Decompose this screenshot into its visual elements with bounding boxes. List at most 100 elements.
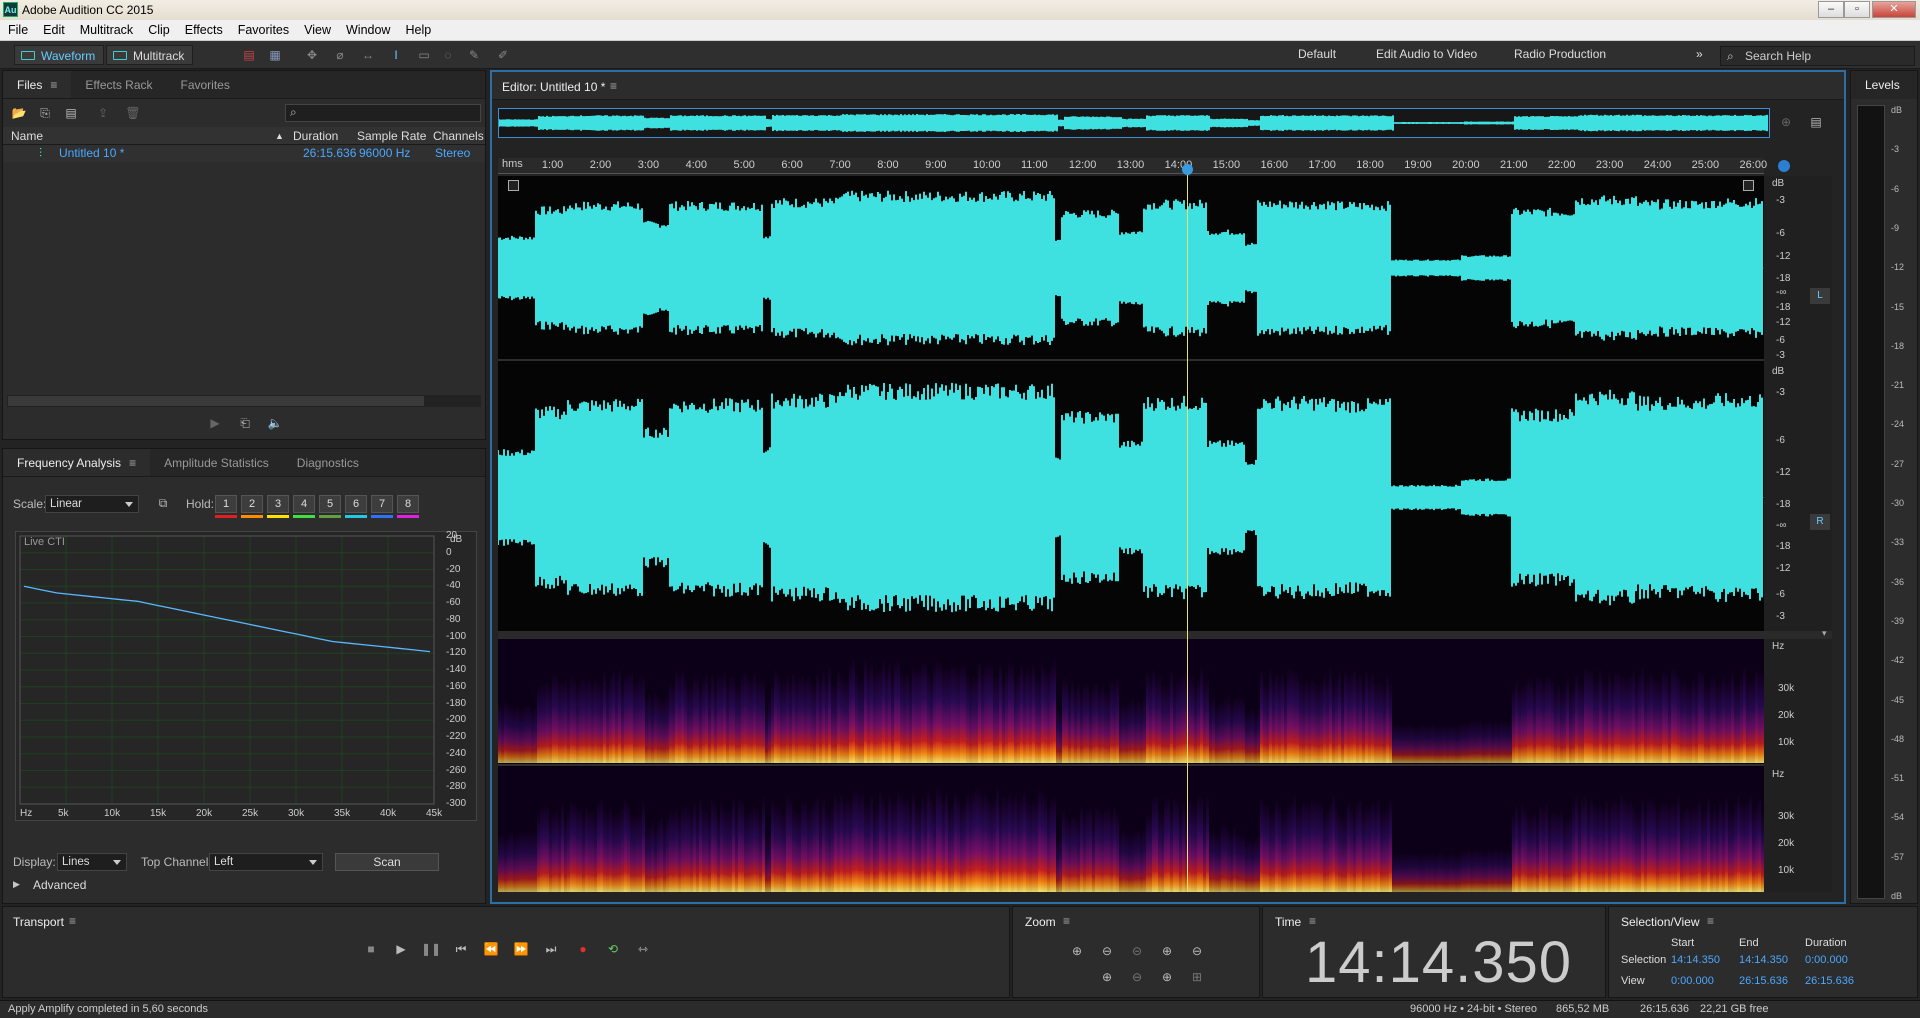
search-help-input[interactable]: ⌕ Search Help bbox=[1720, 46, 1915, 66]
spectral-divider[interactable]: ▾ bbox=[498, 628, 1832, 639]
hold-button-7[interactable]: 7 bbox=[371, 495, 393, 513]
files-search-input[interactable]: ⌕ bbox=[285, 104, 481, 122]
channel-l-button[interactable]: L bbox=[1810, 288, 1830, 304]
column-sample-rate[interactable]: Sample Rate bbox=[357, 127, 426, 145]
playhead-line[interactable] bbox=[1187, 172, 1188, 892]
panel-menu-icon[interactable]: ≡ bbox=[1063, 914, 1070, 928]
zoom-fit-icon[interactable]: ⊞ bbox=[1187, 967, 1207, 987]
razor-tool-icon[interactable]: ⌀ bbox=[333, 48, 347, 62]
copy-icon[interactable]: ⧉ bbox=[153, 493, 173, 513]
selection-start[interactable]: 14:14.350 bbox=[1671, 954, 1720, 966]
top-channel-dropdown[interactable]: Left bbox=[209, 853, 323, 871]
move-tool-icon[interactable]: ✥ bbox=[305, 48, 319, 62]
column-duration[interactable]: Duration bbox=[293, 127, 338, 145]
waveform-mode-button[interactable]: Waveform bbox=[14, 45, 105, 65]
menu-view[interactable]: View bbox=[296, 23, 338, 37]
time-display[interactable]: 14:14.350 bbox=[1305, 929, 1572, 996]
pause-icon[interactable]: ❚❚ bbox=[421, 939, 441, 959]
menu-favorites[interactable]: Favorites bbox=[230, 23, 296, 37]
selection-view-title[interactable]: Selection/View bbox=[1621, 915, 1700, 929]
advanced-toggle[interactable]: Advanced bbox=[33, 878, 86, 892]
menu-multitrack[interactable]: Multitrack bbox=[72, 23, 140, 37]
loop-icon[interactable] bbox=[1778, 160, 1790, 172]
toggle-spectral-display-icon[interactable]: ▤ bbox=[1806, 112, 1826, 132]
play-preview-icon[interactable]: ▶ bbox=[205, 413, 225, 433]
zoom-in-point-icon[interactable]: ⊕ bbox=[1097, 967, 1117, 987]
zoom-selection-icon[interactable]: ⊕ bbox=[1157, 967, 1177, 987]
time-title[interactable]: Time bbox=[1275, 915, 1301, 929]
panel-menu-icon[interactable]: ≡ bbox=[69, 914, 76, 928]
skip-to-start-icon[interactable]: ⏮ bbox=[451, 939, 471, 959]
hold-button-3[interactable]: 3 bbox=[267, 495, 289, 513]
spectral-pitch-icon[interactable]: ▦ bbox=[268, 48, 282, 62]
levels-title[interactable]: Levels bbox=[1851, 71, 1917, 99]
hold-button-2[interactable]: 2 bbox=[241, 495, 263, 513]
stop-icon[interactable]: ■ bbox=[361, 939, 381, 959]
zoom-to-selection-icon[interactable]: ⊕ bbox=[1776, 112, 1796, 132]
new-file-icon[interactable]: ▤ bbox=[61, 103, 81, 123]
time-ruler[interactable]: hms 1:00 2:00 3:00 4:00 5:00 6:00 7:00 8:00 9:00… bbox=[498, 158, 1767, 174]
insert-into-multitrack-icon[interactable]: ⇪ bbox=[93, 103, 113, 123]
tab-effects-rack[interactable]: Effects Rack bbox=[71, 71, 166, 98]
spot-healing-tool-icon[interactable]: ✐ bbox=[496, 48, 510, 62]
maximize-button[interactable]: ▫ bbox=[1844, 1, 1870, 18]
selection-duration[interactable]: 0:00.000 bbox=[1805, 954, 1848, 966]
more-workspaces-icon[interactable]: » bbox=[1696, 47, 1703, 61]
close-button[interactable]: ✕ bbox=[1872, 1, 1916, 18]
scale-dropdown[interactable]: Linear bbox=[45, 495, 139, 513]
horizontal-scrollbar[interactable] bbox=[7, 395, 481, 407]
chevron-down-icon[interactable]: ▾ bbox=[1822, 628, 1827, 639]
import-file-icon[interactable]: ⎘ bbox=[35, 103, 55, 123]
table-row[interactable]: ⫶ Untitled 10 * 26:15.636 96000 Hz Stere… bbox=[3, 145, 485, 162]
zoom-out-point-icon[interactable]: ⊖ bbox=[1127, 967, 1147, 987]
column-name[interactable]: Name bbox=[11, 127, 43, 145]
zoom-in-time-icon[interactable]: ⊕ bbox=[1157, 941, 1177, 961]
multitrack-mode-button[interactable]: Multitrack bbox=[106, 45, 194, 65]
hold-button-1[interactable]: 1 bbox=[215, 495, 237, 513]
brush-tool-icon[interactable]: ✎ bbox=[467, 48, 481, 62]
rewind-icon[interactable]: ⏪ bbox=[481, 939, 501, 959]
autoplay-icon[interactable]: 🔈 bbox=[265, 413, 285, 433]
scan-button[interactable]: Scan bbox=[335, 853, 439, 871]
zoom-title[interactable]: Zoom bbox=[1025, 915, 1056, 929]
record-icon[interactable]: ● bbox=[573, 939, 593, 959]
hold-button-5[interactable]: 5 bbox=[319, 495, 341, 513]
spectral-frequency-icon[interactable]: ▤ bbox=[242, 48, 256, 62]
tab-files[interactable]: Files ≡ bbox=[3, 71, 72, 98]
menu-clip[interactable]: Clip bbox=[140, 23, 177, 37]
workspace-edit-audio-to-video[interactable]: Edit Audio to Video bbox=[1376, 47, 1477, 61]
display-dropdown[interactable]: Lines bbox=[57, 853, 127, 871]
zoom-out-amplitude-icon[interactable]: ⊖ bbox=[1097, 941, 1117, 961]
panel-menu-icon[interactable]: ≡ bbox=[1707, 914, 1714, 928]
skip-to-end-icon[interactable]: ⏭ bbox=[541, 939, 561, 959]
time-selection-tool-icon[interactable]: I bbox=[389, 48, 403, 62]
waveform-display[interactable] bbox=[497, 176, 1764, 631]
panel-menu-icon[interactable]: ≡ bbox=[129, 456, 136, 470]
slip-tool-icon[interactable]: ↔ bbox=[361, 48, 375, 62]
column-channels[interactable]: Channels bbox=[433, 127, 484, 145]
tab-favorites[interactable]: Favorites bbox=[167, 71, 244, 98]
menu-effects[interactable]: Effects bbox=[177, 23, 230, 37]
fade-out-handle[interactable] bbox=[1743, 180, 1754, 191]
panel-menu-icon[interactable]: ≡ bbox=[50, 78, 57, 92]
menu-edit[interactable]: Edit bbox=[35, 23, 72, 37]
menu-window[interactable]: Window bbox=[338, 23, 397, 37]
view-start[interactable]: 0:00.000 bbox=[1671, 975, 1714, 987]
view-end[interactable]: 26:15.636 bbox=[1739, 975, 1788, 987]
workspace-default[interactable]: Default bbox=[1298, 47, 1336, 61]
hold-button-6[interactable]: 6 bbox=[345, 495, 367, 513]
workspace-radio-production[interactable]: Radio Production bbox=[1514, 47, 1606, 61]
panel-menu-icon[interactable]: ≡ bbox=[610, 79, 617, 93]
loop-preview-icon[interactable]: ⎗ bbox=[235, 413, 255, 433]
zoom-reset-icon[interactable]: ⊝ bbox=[1127, 941, 1147, 961]
transport-title[interactable]: Transport bbox=[13, 915, 64, 929]
lasso-tool-icon[interactable]: ◌ bbox=[441, 48, 455, 62]
channel-r-button[interactable]: R bbox=[1810, 514, 1830, 530]
editor-title[interactable]: Editor: Untitled 10 * bbox=[502, 80, 605, 94]
fade-in-handle[interactable] bbox=[508, 180, 519, 191]
minimize-button[interactable]: – bbox=[1818, 1, 1844, 18]
sort-ascending-icon[interactable]: ▲ bbox=[275, 127, 284, 145]
loop-playback-icon[interactable]: ⟲ bbox=[603, 939, 623, 959]
tab-frequency-analysis[interactable]: Frequency Analysis ≡ bbox=[3, 449, 151, 476]
selection-end[interactable]: 14:14.350 bbox=[1739, 954, 1788, 966]
